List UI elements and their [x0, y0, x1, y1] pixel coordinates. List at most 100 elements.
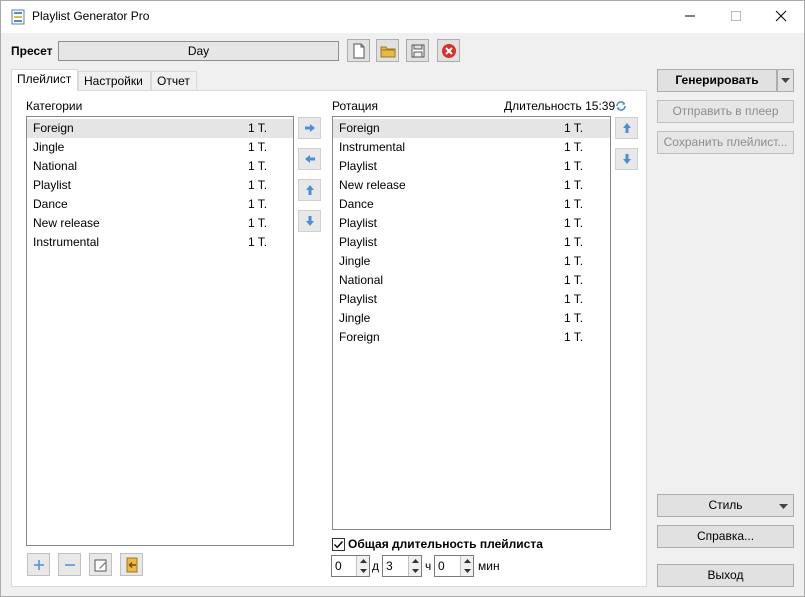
- rotation-list[interactable]: Foreign 1 T. Instrumental 1 T. Playlist 1 T. N…: [332, 116, 611, 530]
- rotation-row-count: 1 T.: [564, 273, 584, 287]
- rotation-row-count: 1 T.: [564, 311, 584, 325]
- spin-up-icon: [463, 559, 471, 563]
- category-row[interactable]: Playlist 1 T.: [27, 176, 293, 195]
- save-icon: [411, 44, 424, 57]
- rotation-row-count: 1 T.: [564, 235, 584, 249]
- minutes-unit: мин: [478, 559, 500, 573]
- hours-value: 3: [386, 559, 393, 573]
- new-document-icon: [353, 43, 364, 58]
- category-row[interactable]: Foreign 1 T.: [27, 119, 293, 138]
- send-to-player-button[interactable]: Отправить в плеер: [657, 100, 794, 123]
- exit-button[interactable]: Выход: [657, 564, 794, 587]
- category-row-name: New release: [33, 216, 100, 230]
- hours-up-button[interactable]: [409, 556, 421, 566]
- category-row[interactable]: Jingle 1 T.: [27, 138, 293, 157]
- spin-down-icon: [411, 569, 419, 573]
- rotation-row[interactable]: National 1 T.: [333, 271, 610, 290]
- category-row-count: 1 T.: [248, 121, 268, 135]
- maximize-button[interactable]: [713, 1, 759, 31]
- rotation-row[interactable]: Playlist 1 T.: [333, 233, 610, 252]
- open-preset-button[interactable]: [376, 39, 399, 62]
- days-down-button[interactable]: [357, 566, 369, 576]
- category-move-up-button[interactable]: [298, 179, 321, 201]
- maximize-icon: [731, 11, 741, 21]
- rotation-row[interactable]: Playlist 1 T.: [333, 214, 610, 233]
- generate-dropdown-button[interactable]: [777, 69, 794, 92]
- arrow-right-icon: [304, 124, 315, 132]
- rotation-duration: Длительность 15:39: [504, 99, 616, 113]
- remove-category-button[interactable]: [58, 553, 81, 576]
- chevron-down-icon: [779, 504, 788, 509]
- minimize-icon: [685, 15, 695, 17]
- categories-list[interactable]: Foreign 1 T. Jingle 1 T. National 1 T. Playlis…: [26, 116, 294, 546]
- category-move-down-button[interactable]: [298, 210, 321, 232]
- remove-from-rotation-button[interactable]: [298, 148, 321, 170]
- rotation-row[interactable]: Foreign 1 T.: [333, 119, 610, 138]
- spin-down-icon: [359, 569, 367, 573]
- minutes-spinner[interactable]: 0: [434, 555, 474, 577]
- add-to-rotation-button[interactable]: [298, 117, 321, 139]
- preset-field[interactable]: Day: [58, 41, 339, 61]
- category-row[interactable]: National 1 T.: [27, 157, 293, 176]
- days-spinner[interactable]: 0: [331, 555, 370, 577]
- add-category-button[interactable]: [27, 553, 50, 576]
- category-row[interactable]: New release 1 T.: [27, 214, 293, 233]
- generate-button[interactable]: Генерировать: [657, 69, 777, 92]
- minutes-up-button[interactable]: [461, 556, 473, 566]
- folder-icon: [380, 46, 395, 57]
- hours-spinner[interactable]: 3: [382, 555, 422, 577]
- delete-preset-button[interactable]: [437, 39, 460, 62]
- tab-settings[interactable]: Настройки: [78, 71, 151, 90]
- minus-icon: [64, 563, 75, 566]
- minimize-button[interactable]: [667, 1, 713, 31]
- category-row[interactable]: Instrumental 1 T.: [27, 233, 293, 252]
- rotation-row[interactable]: Playlist 1 T.: [333, 290, 610, 309]
- category-row-count: 1 T.: [248, 197, 268, 211]
- rotation-row-name: New release: [339, 178, 406, 192]
- rotation-row[interactable]: Playlist 1 T.: [333, 157, 610, 176]
- total-duration-checkbox[interactable]: [332, 538, 345, 551]
- new-preset-button[interactable]: [347, 39, 370, 62]
- hours-unit: ч: [425, 559, 432, 573]
- save-playlist-button[interactable]: Сохранить плейлист...: [657, 131, 794, 154]
- close-icon: [775, 10, 787, 22]
- category-row-name: Dance: [33, 197, 68, 211]
- category-row[interactable]: Dance 1 T.: [27, 195, 293, 214]
- tab-report[interactable]: Отчет: [151, 71, 197, 90]
- arrow-up-icon: [622, 123, 631, 133]
- rotation-row[interactable]: Foreign 1 T.: [333, 328, 610, 347]
- category-row-name: Instrumental: [33, 235, 100, 249]
- rotation-row[interactable]: Dance 1 T.: [333, 195, 610, 214]
- rotation-header: Ротация: [332, 99, 378, 113]
- rotation-row[interactable]: Jingle 1 T.: [333, 252, 610, 271]
- category-row-count: 1 T.: [248, 140, 268, 154]
- rotation-row-count: 1 T.: [564, 197, 584, 211]
- edit-category-button[interactable]: [89, 553, 112, 576]
- minutes-down-button[interactable]: [461, 566, 473, 576]
- arrow-up-icon: [305, 185, 314, 195]
- save-preset-button[interactable]: [406, 39, 429, 62]
- rotation-row-name: Foreign: [339, 121, 380, 135]
- rotation-row-name: Jingle: [339, 254, 371, 268]
- tab-playlist[interactable]: Плейлист: [11, 69, 78, 91]
- rotation-row[interactable]: Instrumental 1 T.: [333, 138, 610, 157]
- help-button[interactable]: Справка...: [657, 525, 794, 548]
- rotation-row[interactable]: Jingle 1 T.: [333, 309, 610, 328]
- import-category-button[interactable]: [120, 553, 143, 576]
- chevron-down-icon: [781, 78, 790, 83]
- refresh-icon[interactable]: [615, 100, 627, 112]
- hours-down-button[interactable]: [409, 566, 421, 576]
- minutes-value: 0: [438, 559, 445, 573]
- days-up-button[interactable]: [357, 556, 369, 566]
- close-window-button[interactable]: [758, 1, 804, 31]
- rotation-move-down-button[interactable]: [615, 148, 638, 170]
- rotation-move-up-button[interactable]: [615, 117, 638, 139]
- rotation-row-name: Foreign: [339, 330, 380, 344]
- rotation-row-count: 1 T.: [564, 140, 584, 154]
- days-value: 0: [335, 559, 342, 573]
- rotation-row-name: Playlist: [339, 159, 378, 173]
- import-icon: [126, 557, 137, 572]
- style-button[interactable]: Стиль: [657, 494, 794, 517]
- rotation-row[interactable]: New release 1 T.: [333, 176, 610, 195]
- category-row-name: National: [33, 159, 78, 173]
